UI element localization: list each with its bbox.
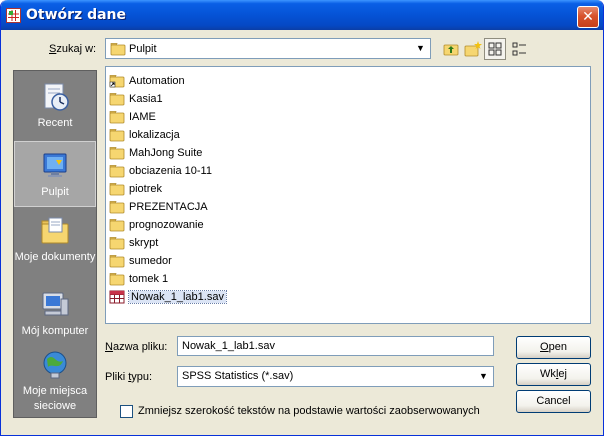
folder-icon	[109, 92, 125, 105]
list-item[interactable]: MahJong Suite	[109, 144, 206, 161]
list-item[interactable]: IAME	[109, 108, 160, 125]
look-in-label: Szukaj w:	[49, 43, 96, 55]
file-type-label-rest: ypu:	[131, 371, 153, 383]
folder-icon	[109, 182, 125, 195]
file-name-label-rest: azwa pliku:	[112, 341, 168, 353]
place-desktop[interactable]: Pulpit	[14, 141, 96, 207]
place-recent[interactable]: Recent	[14, 81, 96, 131]
folder-icon	[109, 128, 125, 141]
title-bar[interactable]: Otwórz dane ✕	[1, 0, 603, 30]
file-name: PREZENTACJA	[129, 200, 208, 213]
file-name: obciazenia 10-11	[129, 164, 212, 177]
sav-file-icon	[109, 290, 125, 303]
look-in-combo[interactable]: Pulpit ▼	[105, 38, 431, 59]
close-icon: ✕	[582, 8, 594, 24]
list-item[interactable]: skrypt	[109, 234, 162, 251]
my-documents-icon	[41, 217, 69, 244]
file-type-select[interactable]: SPSS Statistics (*.sav) ▼	[177, 366, 494, 387]
file-name-input[interactable]: Nowak_1_lab1.sav	[177, 336, 494, 356]
file-name: piotrek	[129, 182, 163, 195]
list-item[interactable]: tomek 1	[109, 270, 172, 287]
file-name: sumedor	[129, 254, 172, 267]
list-item[interactable]: Automation	[109, 72, 189, 89]
file-name: tomek 1	[129, 272, 169, 285]
up-one-level-icon	[443, 44, 459, 56]
paste-button-rest: ej	[558, 368, 567, 380]
folder-shortcut-icon	[109, 74, 125, 87]
list-item[interactable]: sumedor	[109, 252, 176, 269]
chevron-down-icon[interactable]: ▼	[475, 368, 492, 385]
cancel-button[interactable]: Cancel	[516, 390, 591, 413]
details-view-icon	[512, 42, 526, 56]
file-name: lokalizacja	[129, 128, 180, 141]
open-button-rest: pen	[548, 341, 567, 353]
place-network[interactable]: Moje miejsca sieciowe	[14, 349, 96, 414]
look-in-value: Pulpit	[129, 43, 157, 55]
window-title: Otwórz dane	[26, 7, 127, 23]
file-name: Nowak_1_lab1.sav	[128, 289, 227, 304]
file-type-label-pre: Pliki	[105, 371, 129, 383]
place-my-computer[interactable]: Mój komputer	[14, 289, 96, 339]
list-item[interactable]: obciazenia 10-11	[109, 162, 216, 179]
desktop-icon	[43, 153, 67, 177]
recent-documents-icon	[44, 83, 69, 111]
list-view-icon	[488, 42, 502, 56]
folder-icon	[110, 42, 126, 59]
new-folder-icon	[464, 41, 482, 57]
folder-icon	[109, 218, 125, 231]
file-name: prognozowanie	[129, 218, 204, 231]
list-item-selected[interactable]: Nowak_1_lab1.sav	[109, 288, 230, 305]
list-item[interactable]: Kasia1	[109, 90, 167, 107]
my-computer-icon	[42, 292, 69, 316]
file-name: skrypt	[129, 236, 159, 249]
folder-icon	[109, 272, 125, 285]
file-name: Kasia1	[129, 92, 163, 105]
folder-icon	[109, 236, 125, 249]
paste-button[interactable]: Wklej	[516, 363, 591, 386]
folder-icon	[109, 254, 125, 267]
spss-data-icon	[6, 8, 21, 23]
new-folder-button[interactable]	[462, 38, 484, 60]
list-item[interactable]: piotrek	[109, 180, 166, 197]
place-label: Moje dokumenty	[14, 251, 96, 263]
place-my-documents[interactable]: Moje dokumenty	[14, 215, 96, 265]
place-label: Moje miejsca sieciowe	[22, 385, 88, 412]
open-data-dialog: Otwórz dane ✕ Szukaj w: Pulpit ▼ Recent …	[0, 0, 604, 436]
folder-icon	[109, 164, 125, 177]
folder-icon	[109, 110, 125, 123]
list-item[interactable]: prognozowanie	[109, 216, 208, 233]
file-name: Automation	[129, 74, 185, 87]
shrink-width-checkbox[interactable]	[120, 405, 133, 418]
file-type-value: SPSS Statistics (*.sav)	[182, 370, 294, 382]
list-item[interactable]: PREZENTACJA	[109, 198, 212, 215]
list-view-button[interactable]	[484, 38, 506, 60]
file-list[interactable]: Automation Kasia1 IAME lokalizacja MahJo…	[105, 66, 591, 324]
up-one-level-button[interactable]	[440, 38, 462, 60]
network-places-icon	[43, 351, 67, 379]
shrink-width-label[interactable]: Zmniejsz szerokość tekstów na podstawie …	[138, 405, 480, 417]
places-bar: Recent Pulpit Moje dokumenty Mój kompute…	[13, 70, 97, 418]
file-type-label: Pliki typu:	[105, 371, 152, 383]
open-button[interactable]: Open	[516, 336, 591, 359]
place-label: Mój komputer	[21, 325, 89, 337]
place-label: Recent	[37, 117, 73, 129]
close-button[interactable]: ✕	[577, 6, 599, 28]
paste-button-pre: Wk	[540, 368, 556, 380]
chevron-down-icon[interactable]: ▼	[412, 40, 429, 57]
list-item[interactable]: lokalizacja	[109, 126, 184, 143]
folder-icon	[109, 200, 125, 213]
file-name-label-mnemonic: N	[105, 341, 113, 353]
folder-icon	[109, 146, 125, 159]
place-label: Pulpit	[41, 186, 69, 198]
file-name: MahJong Suite	[129, 146, 203, 159]
details-view-button[interactable]	[508, 38, 530, 60]
open-button-mnemonic: O	[540, 341, 549, 353]
file-name-label: Nazwa pliku:	[105, 341, 167, 353]
look-in-label-rest: zukaj w:	[56, 43, 97, 55]
file-name: IAME	[129, 110, 156, 123]
